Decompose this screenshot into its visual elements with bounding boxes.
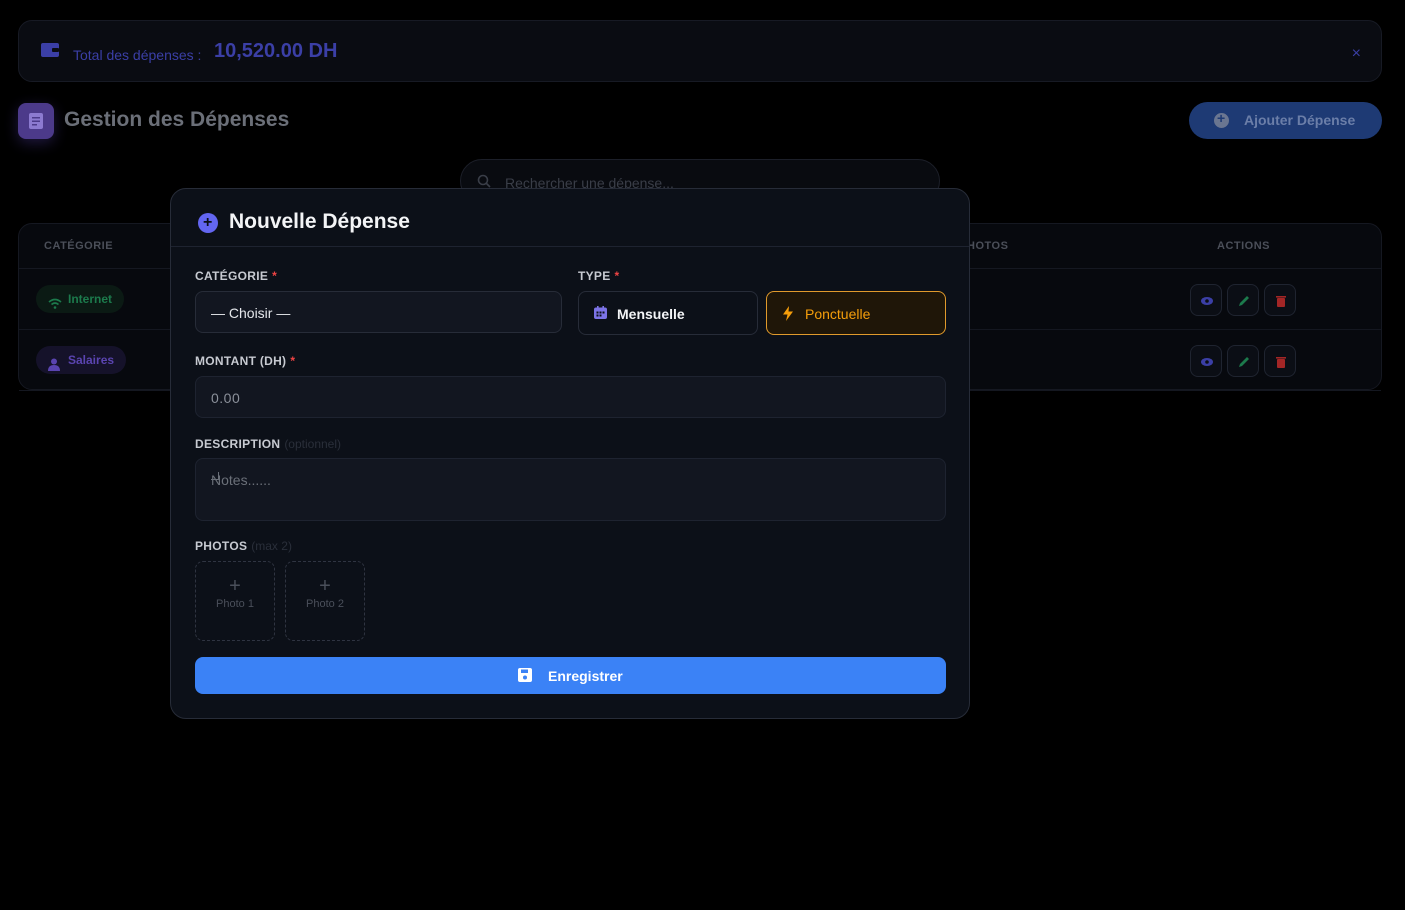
add-expense-label: Ajouter Dépense [1244,112,1356,128]
save-icon [518,668,532,685]
pencil-icon [1239,357,1249,367]
resize-handle[interactable] [211,472,219,480]
close-icon[interactable]: × [1352,45,1361,63]
plus-icon: + [319,575,331,597]
plus-circle-icon [198,213,218,233]
save-button-label: Enregistrer [548,668,623,684]
view-button[interactable] [1190,345,1222,377]
calendar-icon [594,306,607,324]
modal-header: Nouvelle Dépense [171,189,969,247]
photo-upload-slot[interactable]: + Photo 1 [195,561,275,641]
edit-button[interactable] [1227,345,1259,377]
wallet-icon [41,43,59,57]
column-header-actions: ACTIONS [1217,240,1270,252]
photo-upload-slot[interactable]: + Photo 2 [285,561,365,641]
delete-button[interactable] [1264,284,1296,316]
bolt-icon [782,306,794,326]
description-label: DESCRIPTION (optionnel) [195,437,342,451]
modal-title: Nouvelle Dépense [229,210,410,233]
type-option-monthly-label: Mensuelle [617,306,685,322]
column-header-photos: HOTOS [967,240,1009,252]
category-label: Internet [68,292,113,306]
photo-slot-label: Photo 2 [306,598,344,610]
wifi-icon [48,292,62,320]
type-option-one-time-label: Ponctuelle [805,306,871,322]
photo-slot-label: Photo 1 [216,598,254,610]
pencil-icon [1239,296,1249,306]
category-select[interactable]: — Choisir — [195,291,562,333]
total-label: Total des dépenses : [73,47,202,63]
save-button[interactable]: Enregistrer [195,657,946,694]
category-label: Salaires [68,353,115,367]
category-chip: Internet [36,285,125,313]
description-field[interactable]: Notes...... [195,458,946,521]
total-banner: Total des dépenses : 10,520.00 DH × [18,20,1382,82]
amount-field[interactable]: 0.00 [195,376,946,418]
plus-icon: + [229,575,241,597]
amount-placeholder: 0.00 [211,390,241,406]
category-chip: Salaires [36,346,127,374]
trash-icon [1276,357,1286,368]
total-value: 10,520.00 DH [214,40,338,62]
edit-button[interactable] [1227,284,1259,316]
photos-label: PHOTOS (max 2) [195,539,292,553]
type-option-one-time[interactable]: Ponctuelle [766,291,946,335]
receipt-icon [18,103,54,139]
category-label: CATÉGORIE * [195,269,278,283]
type-option-monthly[interactable]: Mensuelle [578,291,758,335]
plus-circle-icon [1214,110,1229,128]
type-label: TYPE * [578,269,620,283]
eye-icon [1201,297,1213,305]
page-title: Gestion des Dépenses [64,108,290,131]
add-expense-button[interactable]: Ajouter Dépense [1189,102,1382,139]
description-placeholder: Notes...... [211,472,271,488]
view-button[interactable] [1190,284,1222,316]
amount-label: MONTANT (DH) * [195,354,296,368]
user-icon [48,353,60,381]
trash-icon [1276,296,1286,307]
category-select-value: — Choisir — [211,305,291,321]
eye-icon [1201,358,1213,366]
column-header-category: CATÉGORIE [44,240,114,252]
new-expense-modal: Nouvelle Dépense CATÉGORIE* — Choisir — … [170,188,970,719]
delete-button[interactable] [1264,345,1296,377]
